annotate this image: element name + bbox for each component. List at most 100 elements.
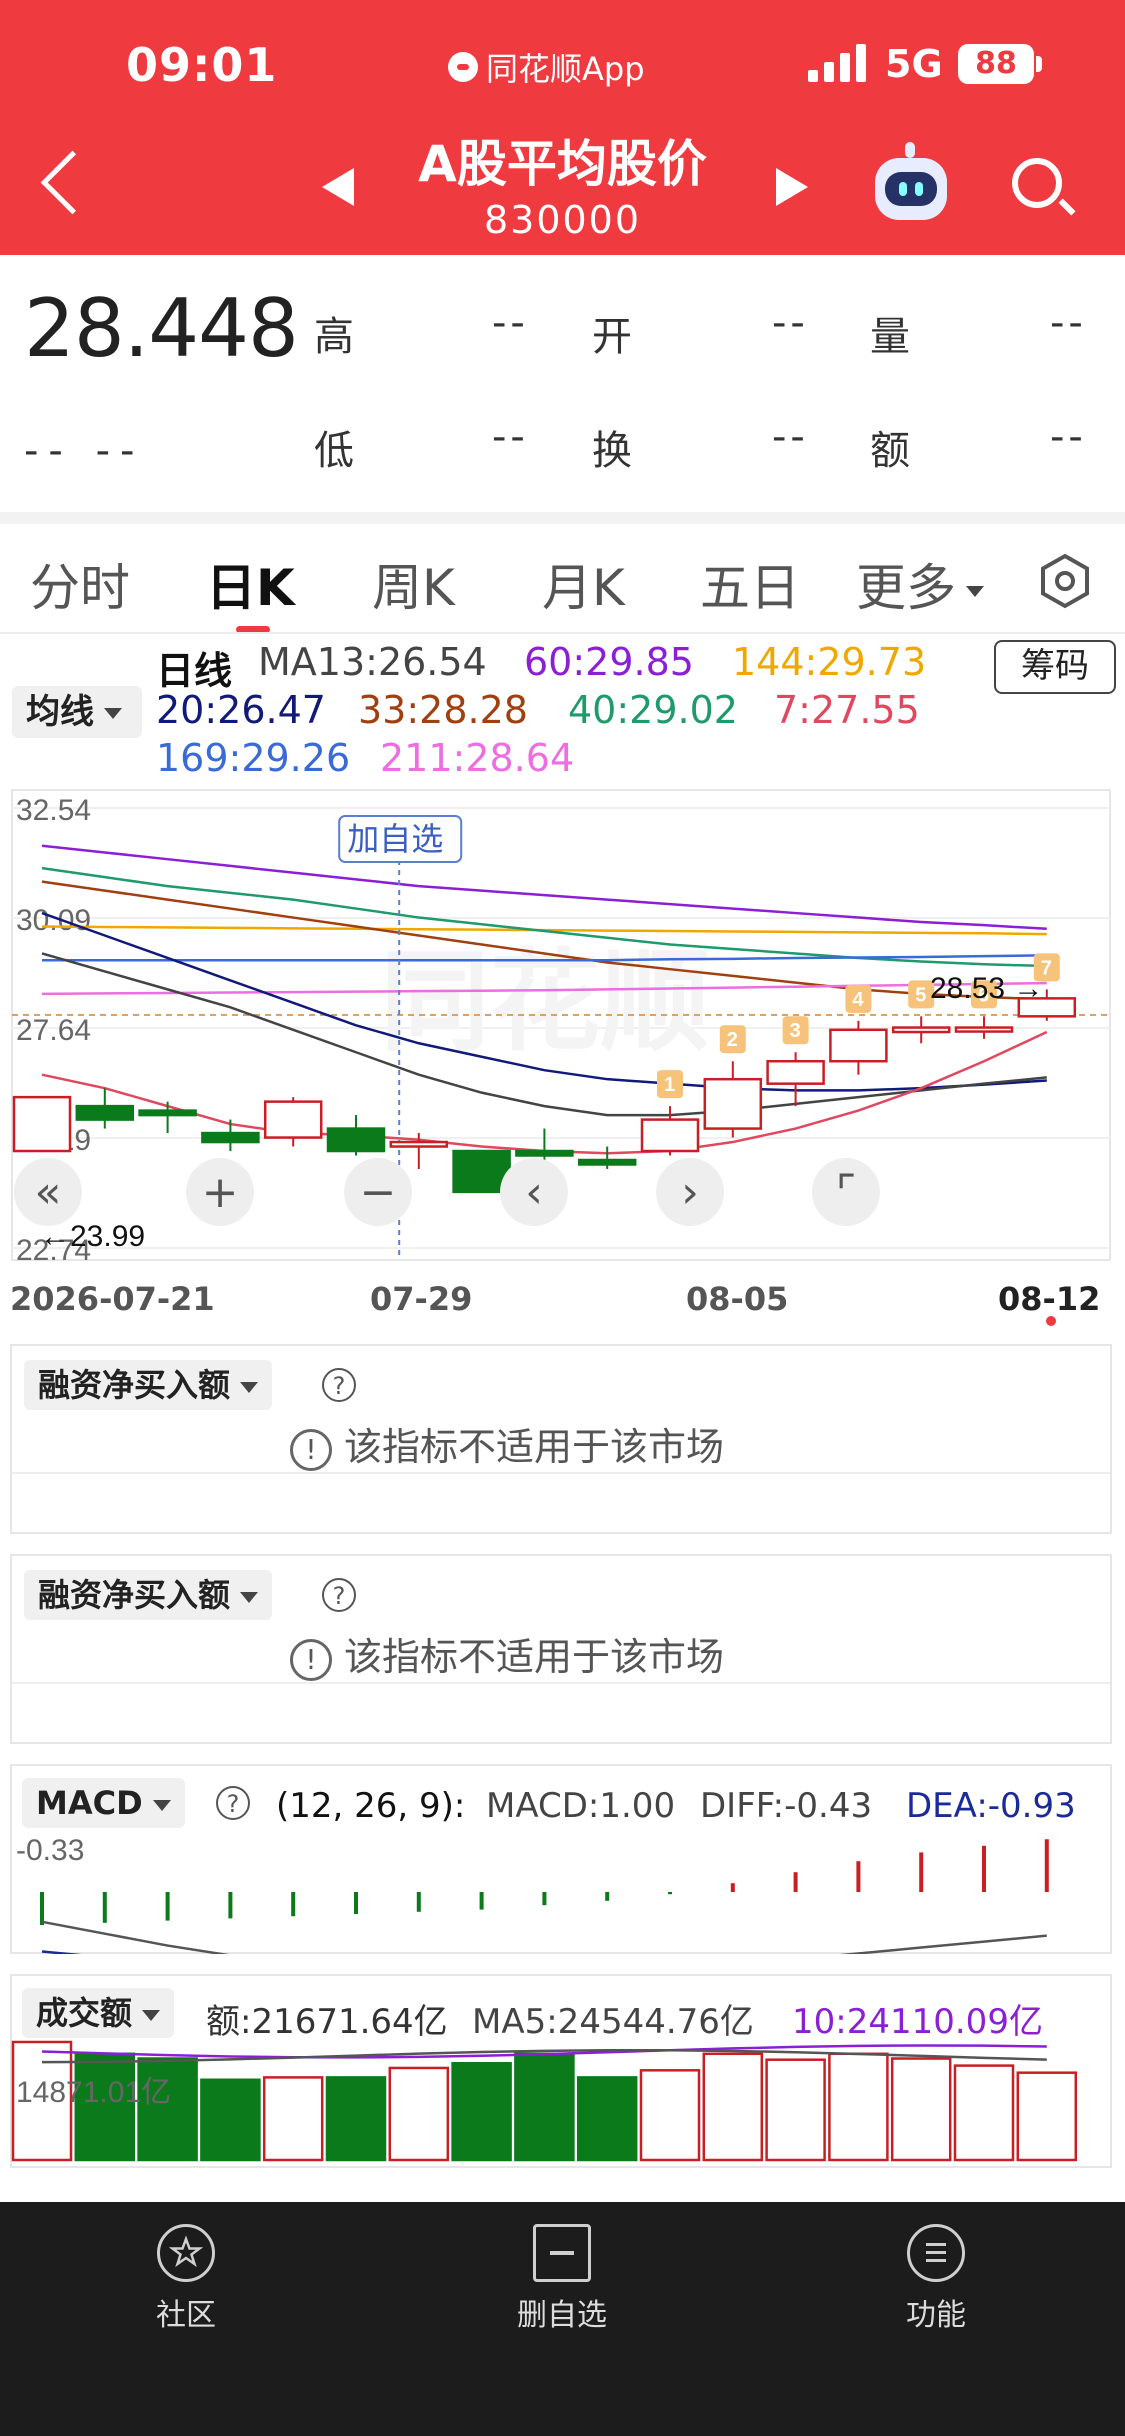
turnover-value: -- xyxy=(772,414,809,460)
zoom-out-icon[interactable]: − xyxy=(344,1158,412,1226)
nav-functions-label: 功能 xyxy=(906,2298,966,2333)
zoom-in-icon[interactable]: + xyxy=(186,1158,254,1226)
candle-body xyxy=(829,1028,888,1063)
panel-divider xyxy=(12,1472,1110,1474)
candle-body xyxy=(138,1109,197,1117)
candle-body xyxy=(389,1140,449,1148)
chevron-right-icon[interactable]: › xyxy=(656,1158,724,1226)
chevron-down-icon xyxy=(152,1799,171,1811)
high-price-label: 28.53 → xyxy=(930,972,1043,1005)
help-icon[interactable]: ? xyxy=(216,1786,250,1820)
tab-monthly-k[interactable]: 月K xyxy=(542,548,625,620)
volume-bar xyxy=(388,2066,450,2162)
volume-chart: 14871.01亿 xyxy=(11,2040,1078,2162)
tab-more[interactable]: 更多 xyxy=(856,548,984,620)
indicator-panel-2: 融资净买入额 ? ! 该指标不适用于该市场 xyxy=(10,1554,1112,1744)
price-change: -- -- xyxy=(24,428,145,474)
next-stock-icon[interactable] xyxy=(776,168,808,206)
volume-selector[interactable]: 成交额 xyxy=(22,1988,175,2038)
stock-code: 830000 xyxy=(483,198,642,242)
dea-line xyxy=(41,1950,82,1954)
ma144-value: 144:29.73 xyxy=(732,640,927,684)
ma-selector[interactable]: 均线 xyxy=(12,686,142,738)
indicator-selector-1[interactable]: 融资净买入额 xyxy=(24,1360,273,1410)
tab-weekly-k[interactable]: 周K xyxy=(372,548,455,620)
volume-label: 量 xyxy=(870,314,910,360)
menu-icon xyxy=(907,2224,965,2282)
app-name-label: 同花顺App xyxy=(486,50,645,88)
indicator-panel-1: 融资净买入额 ? ! 该指标不适用于该市场 xyxy=(10,1344,1112,1534)
signal-marker-label: 5 xyxy=(915,984,926,1006)
top-bar: 09:01 同花顺App 5G 88 A股平均股价 830000 xyxy=(0,0,1125,255)
info-icon: ! xyxy=(290,1428,332,1471)
ma211-value: 211:28.64 xyxy=(380,736,575,780)
ma40-value: 40:29.02 xyxy=(568,688,738,732)
signal-marker-label: 3 xyxy=(790,1020,801,1042)
info-icon: ! xyxy=(290,1638,332,1681)
status-app-name: 同花顺App xyxy=(448,44,645,90)
volume-bar xyxy=(325,2076,387,2162)
ma33-value: 33:28.28 xyxy=(358,688,528,732)
volume-bar xyxy=(137,2057,198,2162)
tab-intraday[interactable]: 分时 xyxy=(30,548,130,620)
chips-button[interactable]: 筹码 xyxy=(994,640,1116,694)
nav-community[interactable]: 社区 xyxy=(96,2224,276,2334)
chevron-down-icon xyxy=(966,586,984,597)
volume-bar xyxy=(1016,2071,1078,2162)
candle-body xyxy=(515,1149,574,1157)
dea-value: DEA:-0.93 xyxy=(906,1786,1076,1826)
ma-selector-label: 均线 xyxy=(26,692,94,732)
chart-settings-icon[interactable] xyxy=(1036,552,1094,610)
ma60-value: 60:29.85 xyxy=(524,640,694,684)
nav-functions[interactable]: 功能 xyxy=(846,2224,1026,2334)
fullscreen-icon[interactable]: ⌜ xyxy=(812,1158,880,1226)
volume-bar xyxy=(765,2058,826,2162)
volume-name: 成交额 xyxy=(36,1994,133,2032)
tab-daily-k[interactable]: 日K xyxy=(206,548,295,620)
low-value: -- xyxy=(492,414,529,460)
volume-bar xyxy=(702,2052,764,2162)
diff-value: DIFF:-0.43 xyxy=(700,1786,873,1826)
signal-marker-label: 2 xyxy=(727,1029,738,1051)
ma169-value: 169:29.26 xyxy=(156,736,351,780)
bottom-nav: 社区 删自选 功能 xyxy=(0,2202,1125,2436)
battery-indicator: 88 xyxy=(958,44,1034,84)
signal-marker-label: 1 xyxy=(664,1074,675,1096)
add-watchlist-label: 加自选 xyxy=(347,820,443,858)
page-title: A股平均股价 xyxy=(418,135,707,193)
section-divider xyxy=(0,512,1125,524)
signal-marker-label: 4 xyxy=(852,989,864,1011)
nav-remove-watchlist-label: 删自选 xyxy=(517,2298,607,2333)
ma-line-60 xyxy=(41,844,1047,931)
chevron-left-icon[interactable]: ‹ xyxy=(500,1158,568,1226)
macd-chart: -0.33 xyxy=(16,1834,1049,1954)
indicator-notice-1: ! 该指标不适用于该市场 xyxy=(290,1416,724,1471)
indicator-selector-2[interactable]: 融资净买入额 xyxy=(24,1570,273,1620)
chevron-down-icon xyxy=(142,2009,161,2021)
candle-body xyxy=(263,1100,323,1139)
y-tick-label: 32.54 xyxy=(16,794,91,827)
y-tick-label: 27.64 xyxy=(16,1014,91,1047)
volume-bar xyxy=(953,2064,1015,2162)
chevron-down-icon xyxy=(240,1381,259,1393)
tab-more-label: 更多 xyxy=(856,559,956,617)
diff-line xyxy=(41,1920,1047,1954)
x-axis-date-end: 08-12 xyxy=(998,1280,1101,1318)
signal-icon xyxy=(808,44,866,82)
macd-selector[interactable]: MACD xyxy=(22,1778,185,1828)
volume-value: -- xyxy=(1050,300,1087,346)
volume-bar xyxy=(639,2069,701,2162)
rewind-icon[interactable]: « xyxy=(14,1158,82,1226)
tab-five-day[interactable]: 五日 xyxy=(700,548,800,620)
indicator-name-2: 融资净买入额 xyxy=(38,1576,231,1614)
tabs-divider xyxy=(0,632,1125,634)
nav-remove-watchlist[interactable]: 删自选 xyxy=(472,2224,652,2334)
help-icon[interactable]: ? xyxy=(322,1578,356,1612)
notice-text-2: 该指标不适用于该市场 xyxy=(344,1635,725,1679)
search-icon[interactable] xyxy=(1012,158,1062,208)
assistant-robot-icon[interactable] xyxy=(875,142,947,220)
indicator-name-1: 融资净买入额 xyxy=(38,1366,231,1404)
help-icon[interactable]: ? xyxy=(322,1368,356,1402)
macd-axis-label: -0.33 xyxy=(16,1834,84,1867)
high-label: 高 xyxy=(314,314,354,360)
